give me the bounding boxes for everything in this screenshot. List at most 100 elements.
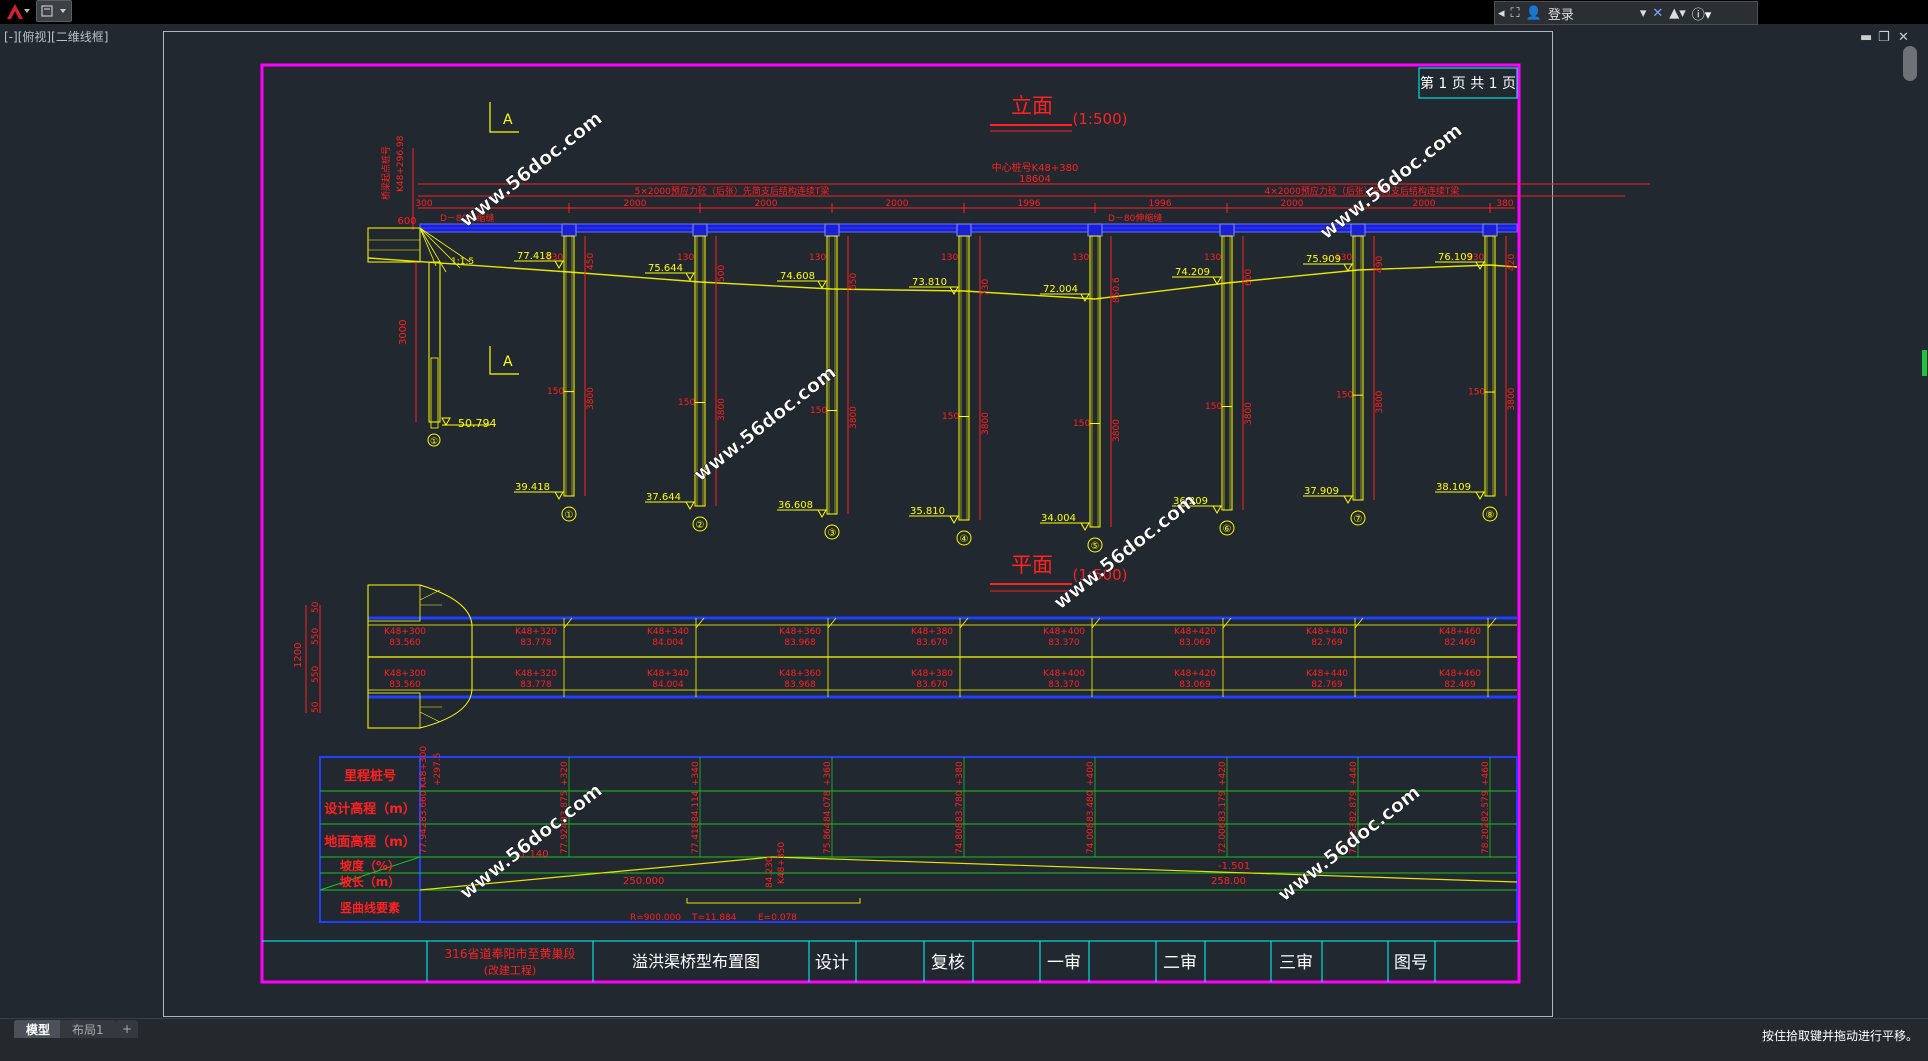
pier-cap-dim-4: 130 <box>941 253 958 263</box>
plan-upper-elev-6: 83.069 <box>1179 638 1211 648</box>
status-prompt: 按住拾取键并拖动进行平移。 <box>1762 1029 1919 1043</box>
pier-width-dim-6: 150 <box>1205 402 1222 412</box>
plan-dim-lower: 550 <box>311 666 321 683</box>
pier-top-dim-1: 450 <box>586 253 596 270</box>
start-station: K48+296.98 <box>396 135 406 192</box>
pier-cap-dim-6: 130 <box>1204 253 1221 263</box>
plan-lower-elev-0: 83.560 <box>389 680 421 690</box>
pier-height-dim-6: 3800 <box>1244 402 1254 425</box>
plan-upper-station-2: K48+340 <box>647 627 689 637</box>
plan-upper-station-7: K48+440 <box>1306 627 1348 637</box>
profile-design-6: 83.179 <box>1218 790 1228 822</box>
profile-design-8: 82.579 <box>1481 790 1491 822</box>
pier-id-6: ⑥ <box>1223 524 1232 535</box>
plan-dim-upper: 550 <box>311 628 321 645</box>
profile-row-label-1: 设计高程（m） <box>324 801 416 817</box>
bearing-6 <box>1219 223 1235 237</box>
section-mark-bottom-label: A <box>503 354 513 370</box>
profile-station-3: +360 <box>823 761 833 786</box>
pier-top-elevation-7: 75.909 <box>1306 254 1341 265</box>
pier-cap-dim-2: 130 <box>677 253 694 263</box>
pier-bottom-marker-8 <box>1475 491 1485 501</box>
pier-top-elevation-3: 74.608 <box>780 271 815 282</box>
pier-top-marker-3 <box>817 280 827 290</box>
plan-lower-elev-1: 83.778 <box>520 680 552 690</box>
profile-design-5: 83.480 <box>1086 790 1096 822</box>
plan-lower-station-8: K48+460 <box>1439 669 1481 679</box>
title-block-drawing-title: 溢洪渠桥型布置图 <box>632 952 760 971</box>
pier-top-elevation-6: 74.209 <box>1175 267 1210 278</box>
tab-layout1[interactable]: 布局1 <box>60 1020 116 1038</box>
pier-top-dim-2: 500 <box>717 265 727 282</box>
watermark-1: www.56doc.com <box>690 361 841 486</box>
drawing-canvas[interactable]: 第 1 页 共 1 页 立面 (1:500) A A 中心桩号K48+380 1… <box>0 0 1928 1060</box>
plan-lower-elev-8: 82.469 <box>1444 680 1476 690</box>
plan-upper-station-0: K48+300 <box>384 627 426 637</box>
pier-column-1 <box>563 235 575 497</box>
plan-upper-station-5: K48+400 <box>1043 627 1085 637</box>
profile-ground-2: 77.418 <box>691 822 701 854</box>
title-block-first-audit: 一审 <box>1047 953 1081 973</box>
elevation-scale: (1:500) <box>1073 110 1128 128</box>
pier-top-dim-3: 650 <box>849 273 859 290</box>
pier-column-7 <box>1352 235 1364 501</box>
profile-ground-4: 74.808 <box>955 822 965 854</box>
pier-top-elevation-4: 73.810 <box>912 277 947 288</box>
profile-row-label-2: 地面高程（m） <box>324 834 416 850</box>
plan-lower-elev-2: 84.004 <box>652 680 684 690</box>
profile-design-2: 84.114 <box>691 790 701 822</box>
span-note-left: 5×2000预应力砼（后张）先简支后结构连续T梁 <box>635 185 830 197</box>
plan-lower-station-4: K48+380 <box>911 669 953 679</box>
tab-model[interactable]: 模型 <box>14 1020 63 1038</box>
profile-design-3: 84.078 <box>823 790 833 822</box>
page-label: 第 1 页 共 1 页 <box>1420 75 1516 92</box>
title-block-drawing-no: 图号 <box>1394 953 1428 973</box>
length-right: 258.00 <box>1211 876 1246 887</box>
profile-row-label-0: 里程桩号 <box>344 768 396 784</box>
title-block-project: 316省道奉阳市至黄巢段 <box>445 946 576 961</box>
curve-r: R=900.000 <box>630 913 681 923</box>
pier-top-dim-5: 850.6 <box>1112 277 1122 303</box>
pier-column-4 <box>958 235 970 521</box>
plan-lower-station-0: K48+300 <box>384 669 426 679</box>
plan-lower-station-3: K48+360 <box>779 669 821 679</box>
pier-height-dim-8: 3800 <box>1507 387 1517 410</box>
pier-id-8: ⑧ <box>1486 510 1495 521</box>
pier-bottom-marker-2 <box>685 501 695 511</box>
pier-column-8 <box>1484 235 1496 497</box>
pier-top-dim-4: 730 <box>981 279 991 296</box>
profile-row-label-4: 坡长（m） <box>340 874 401 889</box>
profile-design-4: 83.780 <box>955 790 965 822</box>
plan-lower-station-7: K48+440 <box>1306 669 1348 679</box>
pier-top-elevation-5: 72.004 <box>1043 284 1078 295</box>
add-layout-button[interactable]: + <box>116 1020 139 1038</box>
pier-height-dim-4: 3800 <box>981 412 991 435</box>
plan-total-width: 1200 <box>293 643 304 668</box>
pier-bottom-marker-6 <box>1212 505 1222 515</box>
pier-width-dim-5: 150 <box>1073 419 1090 429</box>
segment-dim-5: 1996 <box>1149 199 1172 209</box>
plan-dim-top: 50 <box>311 601 321 613</box>
center-station-label: 中心桩号K48+380 <box>992 161 1079 174</box>
pier-bottom-elevation-7: 37.909 <box>1304 486 1339 497</box>
profile-ground-5: 74.008 <box>1086 822 1096 854</box>
profile-station-6: +420 <box>1218 761 1228 786</box>
plan-upper-elev-5: 83.370 <box>1048 638 1080 648</box>
pier-bottom-elevation-1: 39.418 <box>515 482 550 493</box>
plan-upper-elev-3: 83.968 <box>784 638 816 648</box>
plan-upper-elev-2: 84.004 <box>652 638 684 648</box>
abutment-bottom-elevation: 50.794 <box>458 417 497 430</box>
profile-row-label-3: 坡度（%） <box>340 858 400 873</box>
watermark-2: www.56doc.com <box>1050 489 1201 614</box>
overall-length: 18604 <box>1019 174 1051 185</box>
bearing-5 <box>1087 223 1103 237</box>
plan-lower-elev-4: 83.670 <box>916 680 948 690</box>
bearing-3 <box>824 223 840 237</box>
bearing-7 <box>1350 223 1366 237</box>
plan-lower-station-2: K48+340 <box>647 669 689 679</box>
pier-top-elevation-1: 77.418 <box>517 251 552 262</box>
pier-height-dim-1: 3800 <box>586 387 596 410</box>
start-note: 桥梁起点桩号 <box>380 146 392 200</box>
bearing-8 <box>1482 223 1498 237</box>
pier-top-dim-8: 420 <box>1507 254 1517 271</box>
